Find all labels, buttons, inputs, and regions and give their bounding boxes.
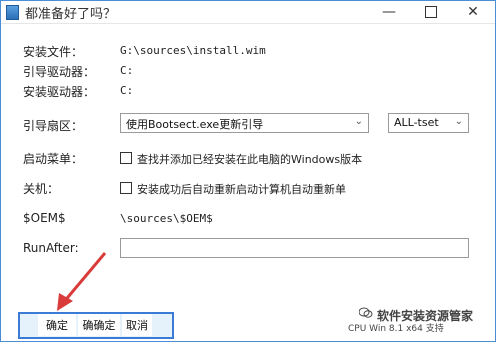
window-title: 都准备好了吗？ [25, 7, 117, 22]
app-icon [6, 5, 19, 20]
run-after-input[interactable] [120, 238, 469, 258]
maximize-icon [425, 6, 437, 18]
install-drive-label: 安装驱动器： [23, 85, 96, 99]
boot-sector-select[interactable]: 使用Bootsect.exe更新引导 ⌄ [120, 113, 369, 133]
install-drive-value: C: [120, 84, 134, 97]
title-bar: 都准备好了吗？ — ✕ [1, 1, 495, 24]
oem-label: $OEM$ [23, 211, 66, 225]
shutdown-checkbox[interactable] [120, 182, 132, 194]
boot-target-select[interactable]: ALL-tset ⌄ [388, 113, 469, 133]
cancel-button[interactable]: 取消 [122, 314, 152, 336]
close-button[interactable]: ✕ [453, 1, 493, 23]
ok-button[interactable]: 确定 [38, 314, 76, 336]
ok-confirm-button[interactable]: 确确定 [78, 314, 120, 336]
oem-value: \sources\$OEM$ [120, 212, 213, 225]
install-file-label: 安装文件： [23, 45, 84, 59]
maximize-button[interactable] [411, 1, 451, 23]
boot-menu-checkbox[interactable] [120, 152, 132, 164]
boot-drive-label: 引导驱动器： [23, 65, 96, 79]
setup-dialog: 都准备好了吗？ — ✕ 安装文件： G:\sources\install.wim… [0, 0, 496, 342]
boot-sector-label: 引导扇区： [23, 119, 84, 133]
boot-menu-label: 启动菜单： [23, 152, 84, 166]
chevron-down-icon: ⌄ [454, 116, 463, 127]
shutdown-label: 关机： [23, 182, 60, 196]
minimize-button[interactable]: — [369, 1, 409, 23]
chevron-down-icon: ⌄ [354, 116, 363, 127]
boot-drive-value: C: [120, 64, 134, 77]
install-file-value: G:\sources\install.wim [120, 44, 266, 57]
annotation-arrow-icon [57, 252, 107, 311]
boot-menu-checkbox-label[interactable]: 查找并添加已经安装在此电脑的Windows版本 [137, 151, 362, 167]
wechat-icon [359, 307, 373, 318]
boot-target-selected: ALL-tset [394, 116, 439, 129]
watermark-text: 软件安装资源管家 [377, 309, 474, 323]
boot-sector-selected: 使用Bootsect.exe更新引导 [126, 118, 264, 131]
shutdown-checkbox-label[interactable]: 安装成功后自动重新启动计算机自动重新单 [137, 181, 346, 197]
